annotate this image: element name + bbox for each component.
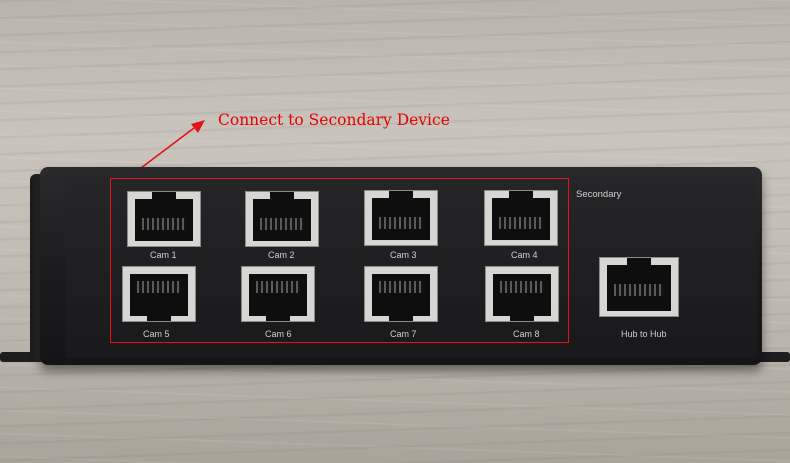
annotation-text: Connect to Secondary Device — [218, 111, 450, 129]
port-label-hub-to-hub: Hub to Hub — [621, 329, 667, 339]
secondary-section-label: Secondary — [576, 189, 622, 200]
ethernet-port-hub-to-hub[interactable] — [599, 257, 679, 317]
highlight-box-camera-ports — [110, 178, 569, 343]
